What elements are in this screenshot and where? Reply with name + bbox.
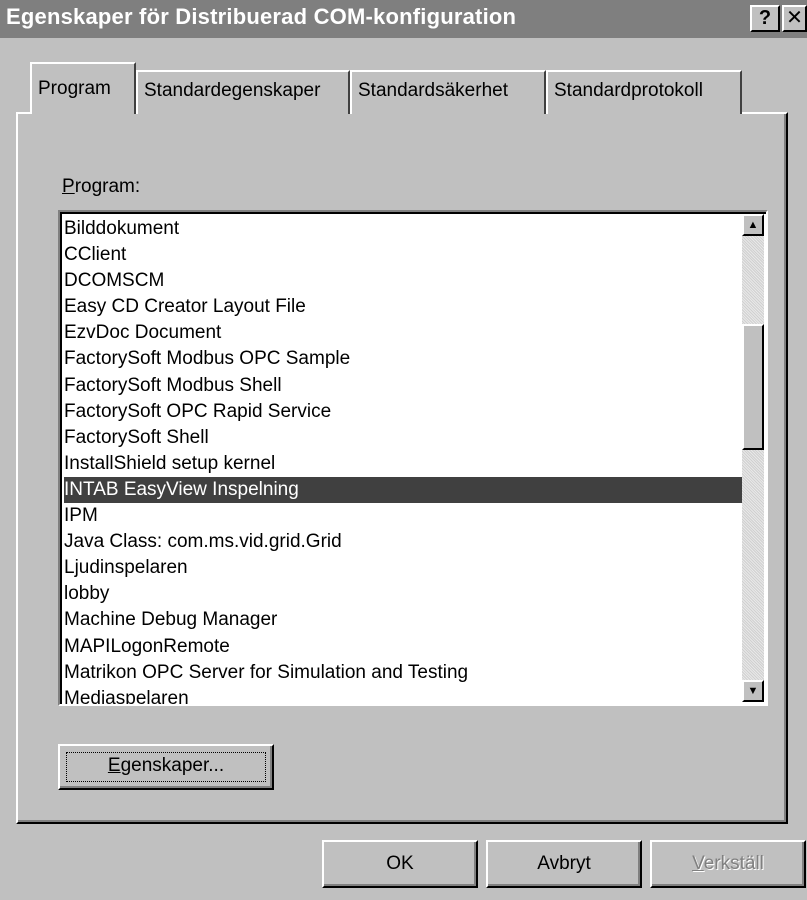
ok-button[interactable]: OK (322, 840, 478, 888)
list-item[interactable]: IPM (64, 503, 744, 529)
cancel-button[interactable]: Avbryt (486, 840, 642, 888)
scroll-up-arrow-icon[interactable]: ▲ (742, 214, 764, 236)
tab-standardsakerhet[interactable]: Standardsäkerhet (350, 70, 546, 114)
list-item[interactable]: lobby (64, 581, 744, 607)
properties-button[interactable]: Egenskaper... (58, 744, 274, 790)
program-list-label: Program: (62, 176, 141, 197)
close-button[interactable]: ✕ (782, 5, 807, 32)
help-button[interactable]: ? (750, 5, 780, 32)
list-item[interactable]: Machine Debug Manager (64, 607, 744, 633)
tab-standardprotokoll[interactable]: Standardprotokoll (546, 70, 742, 114)
list-item[interactable]: Java Class: com.ms.vid.grid.Grid (64, 529, 744, 555)
list-item[interactable]: CClient (64, 242, 744, 268)
list-item[interactable]: EzvDoc Document (64, 320, 744, 346)
list-item[interactable]: DCOMSCM (64, 268, 744, 294)
program-list-items: Bilddokument CClient DCOMSCM Easy CD Cre… (64, 216, 744, 704)
list-item[interactable]: Ljudinspelaren (64, 555, 744, 581)
list-item[interactable]: FactorySoft Modbus Shell (64, 373, 744, 399)
list-item[interactable]: Mediaspelaren (64, 686, 744, 704)
list-item[interactable]: InstallShield setup kernel (64, 451, 744, 477)
program-listbox[interactable]: Bilddokument CClient DCOMSCM Easy CD Cre… (58, 210, 768, 706)
list-item[interactable]: FactorySoft Modbus OPC Sample (64, 346, 744, 372)
list-item[interactable]: MAPILogonRemote (64, 634, 744, 660)
tab-standardegenskaper[interactable]: Standardegenskaper (136, 70, 350, 114)
apply-button[interactable]: Verkställ (650, 840, 806, 888)
scroll-thumb[interactable] (742, 324, 764, 450)
tab-program[interactable]: Program (30, 62, 136, 114)
focus-rectangle (66, 752, 266, 782)
list-item[interactable]: Matrikon OPC Server for Simulation and T… (64, 660, 744, 686)
list-item-selected[interactable]: INTAB EasyView Inspelning (64, 476, 744, 504)
list-scrollbar[interactable]: ▲ ▼ (742, 214, 764, 702)
title-bar[interactable]: Egenskaper för Distribuerad COM-konfigur… (0, 0, 807, 38)
list-item[interactable]: Easy CD Creator Layout File (64, 294, 744, 320)
scroll-down-arrow-icon[interactable]: ▼ (742, 680, 764, 702)
list-item[interactable]: FactorySoft Shell (64, 425, 744, 451)
list-item[interactable]: Bilddokument (64, 216, 744, 242)
window-title: Egenskaper för Distribuerad COM-konfigur… (6, 4, 517, 29)
list-item[interactable]: FactorySoft OPC Rapid Service (64, 399, 744, 425)
